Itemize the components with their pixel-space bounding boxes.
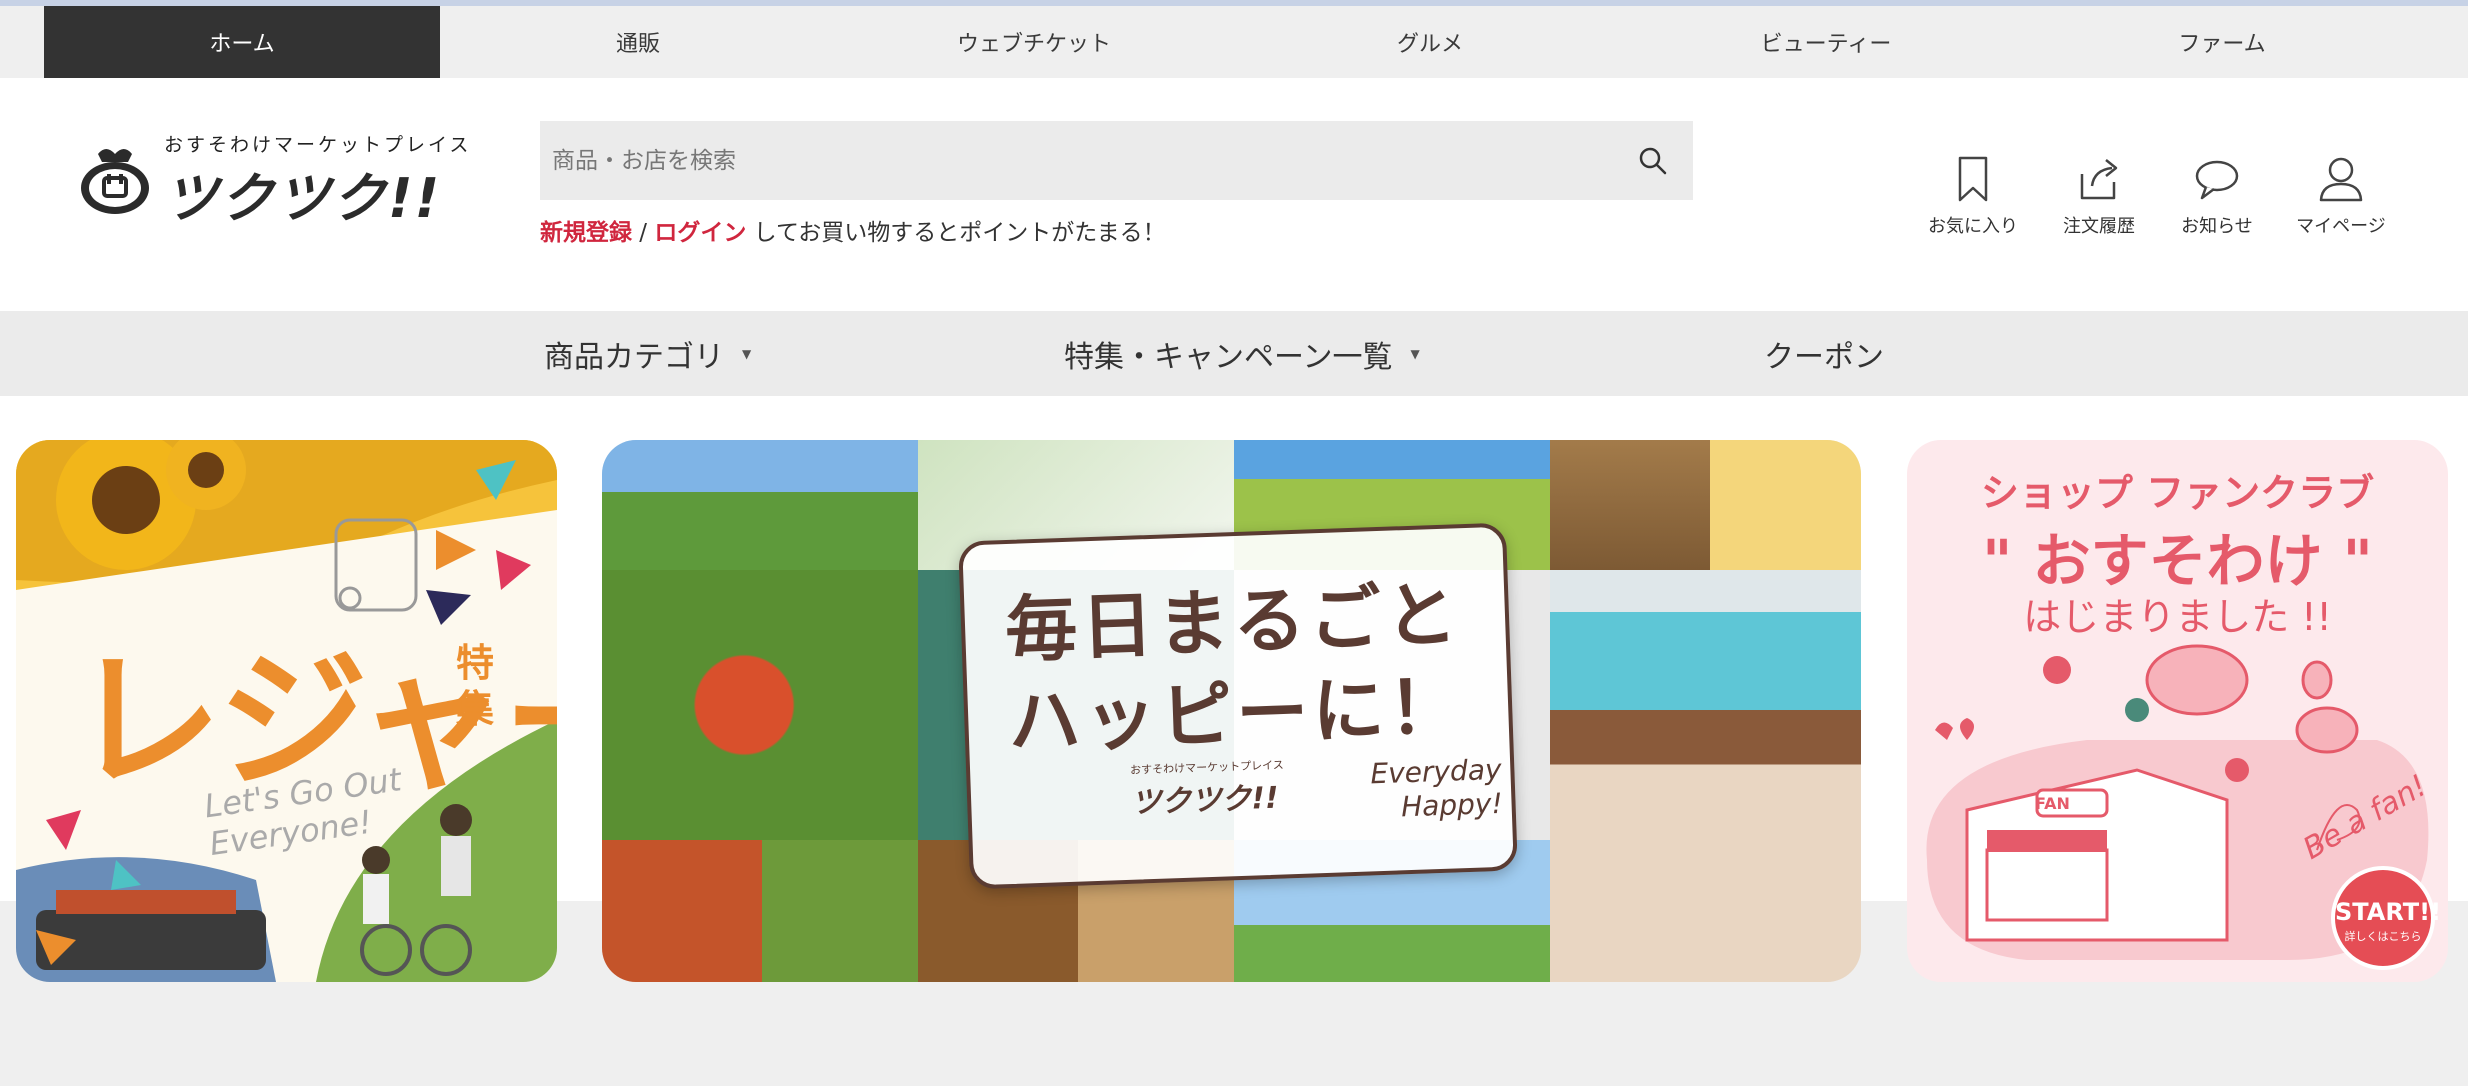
favorites-label: お気に入り <box>1928 216 2018 237</box>
leisure-feature-banner[interactable]: レジャー 特集 Let's Go Out Everyone! <box>16 440 557 982</box>
nav-product-category-label: 商品カテゴリ <box>544 339 724 375</box>
everyday-line1: Everyday <box>1369 752 1503 791</box>
tab-beauty[interactable]: ビューティー <box>1628 6 2024 78</box>
nav-coupon[interactable]: クーポン <box>1764 311 1884 396</box>
everyday-happy-script: Everyday Happy! <box>1370 753 1503 826</box>
share-icon <box>2080 159 2118 200</box>
category-nav: 商品カテゴリ ▼ 特集・キャンペーン一覧 ▼ クーポン <box>0 311 2468 396</box>
site-logo[interactable]: おすそわけマーケットプレイス ツクツク!! <box>76 130 476 230</box>
tab-mail-order[interactable]: 通販 <box>440 6 836 78</box>
mypage-button[interactable]: マイページ <box>2276 154 2406 238</box>
nav-coupon-label: クーポン <box>1764 339 1884 375</box>
notifications-button[interactable]: お知らせ <box>2152 154 2282 238</box>
notifications-label: お知らせ <box>2181 216 2253 237</box>
login-link[interactable]: ログイン <box>654 220 746 246</box>
fanclub-banner[interactable]: ショップ ファンクラブ " おすそわけ " はじまりました !! FAN Be … <box>1907 440 2448 982</box>
favorites-button[interactable]: お気に入り <box>1908 154 2038 238</box>
search-input[interactable] <box>550 146 1623 175</box>
start-badge-sub: 詳しくはこちら <box>2344 930 2422 943</box>
caret-down-icon: ▼ <box>1410 346 1420 361</box>
fanclub-line1: ショップ ファンクラブ <box>1980 471 2375 515</box>
bag-logo-icon <box>81 149 149 214</box>
top-tab-bar: ホーム 通販 ウェブチケット グルメ ビューティー ファーム <box>0 6 2468 78</box>
logo-name: ツクツク!! <box>164 167 442 230</box>
promo-message: してお買い物するとポイントがたまる！ <box>746 220 1166 246</box>
search-bar <box>540 121 1693 200</box>
photo-onsen <box>1550 440 1710 570</box>
happy-headline-line2: ハッピーに！ <box>1006 664 1466 764</box>
caret-down-icon: ▼ <box>742 346 752 361</box>
register-link[interactable]: 新規登録 <box>540 220 632 246</box>
tab-gourmet[interactable]: グルメ <box>1232 6 1628 78</box>
everyday-happy-banner[interactable]: 毎日まるごと ハッピーに！ おすそわけマーケットプレイス ツクツク!! Ever… <box>602 440 1861 982</box>
everyday-happy-card: 毎日まるごと ハッピーに！ おすそわけマーケットプレイス ツクツク!! Ever… <box>958 522 1518 890</box>
tab-farm[interactable]: ファーム <box>2024 6 2420 78</box>
fan-sign: FAN <box>2035 794 2070 813</box>
tab-web-ticket[interactable]: ウェブチケット <box>836 6 1232 78</box>
fanclub-line3: はじまりました !! <box>2023 595 2332 639</box>
promo-separator: / <box>632 220 655 246</box>
nav-features-campaigns[interactable]: 特集・キャンペーン一覧 ▼ <box>1064 311 1420 396</box>
photo-beach <box>1550 570 1861 710</box>
order-history-button[interactable]: 注文履歴 <box>2034 154 2164 238</box>
logo-subtitle: おすそわけマーケットプレイス <box>164 134 472 156</box>
user-icon <box>2319 157 2363 202</box>
happy-headline: 毎日まるごと ハッピーに！ <box>1004 568 1466 768</box>
speech-bubble-icon <box>2195 160 2239 200</box>
happy-brand: ツクツク!! <box>1130 780 1280 821</box>
happy-headline-line1: 毎日まるごと <box>1003 572 1463 673</box>
start-badge-main: START!! <box>2335 898 2442 926</box>
signup-promo: 新規登録 / ログイン してお買い物するとポイントがたまる！ <box>540 213 1166 247</box>
photo-cheese <box>1710 440 1861 570</box>
photo-vegetables <box>602 570 918 840</box>
mypage-label: マイページ <box>2296 216 2386 237</box>
photo-family-meal <box>1550 710 1861 982</box>
photo-crab <box>602 840 762 982</box>
site-header: おすそわけマーケットプレイス ツクツク!! 新規登録 / ログイン してお買い物… <box>0 78 2468 311</box>
everyday-line2: Happy! <box>1400 786 1504 824</box>
bookmark-icon <box>1958 156 1988 202</box>
tab-home[interactable]: ホーム <box>44 6 440 78</box>
start-badge-button[interactable]: START!! 詳しくはこちら <box>2331 866 2442 970</box>
search-icon <box>1639 147 1667 174</box>
photo-fruit <box>762 840 918 982</box>
nav-features-campaigns-label: 特集・キャンペーン一覧 <box>1064 339 1393 375</box>
order-history-label: 注文履歴 <box>2063 216 2135 237</box>
nav-product-category[interactable]: 商品カテゴリ ▼ <box>544 311 751 396</box>
search-button[interactable] <box>1623 131 1683 191</box>
leisure-title-suffix: 特集 <box>456 641 495 731</box>
photo-cycling <box>602 440 918 570</box>
